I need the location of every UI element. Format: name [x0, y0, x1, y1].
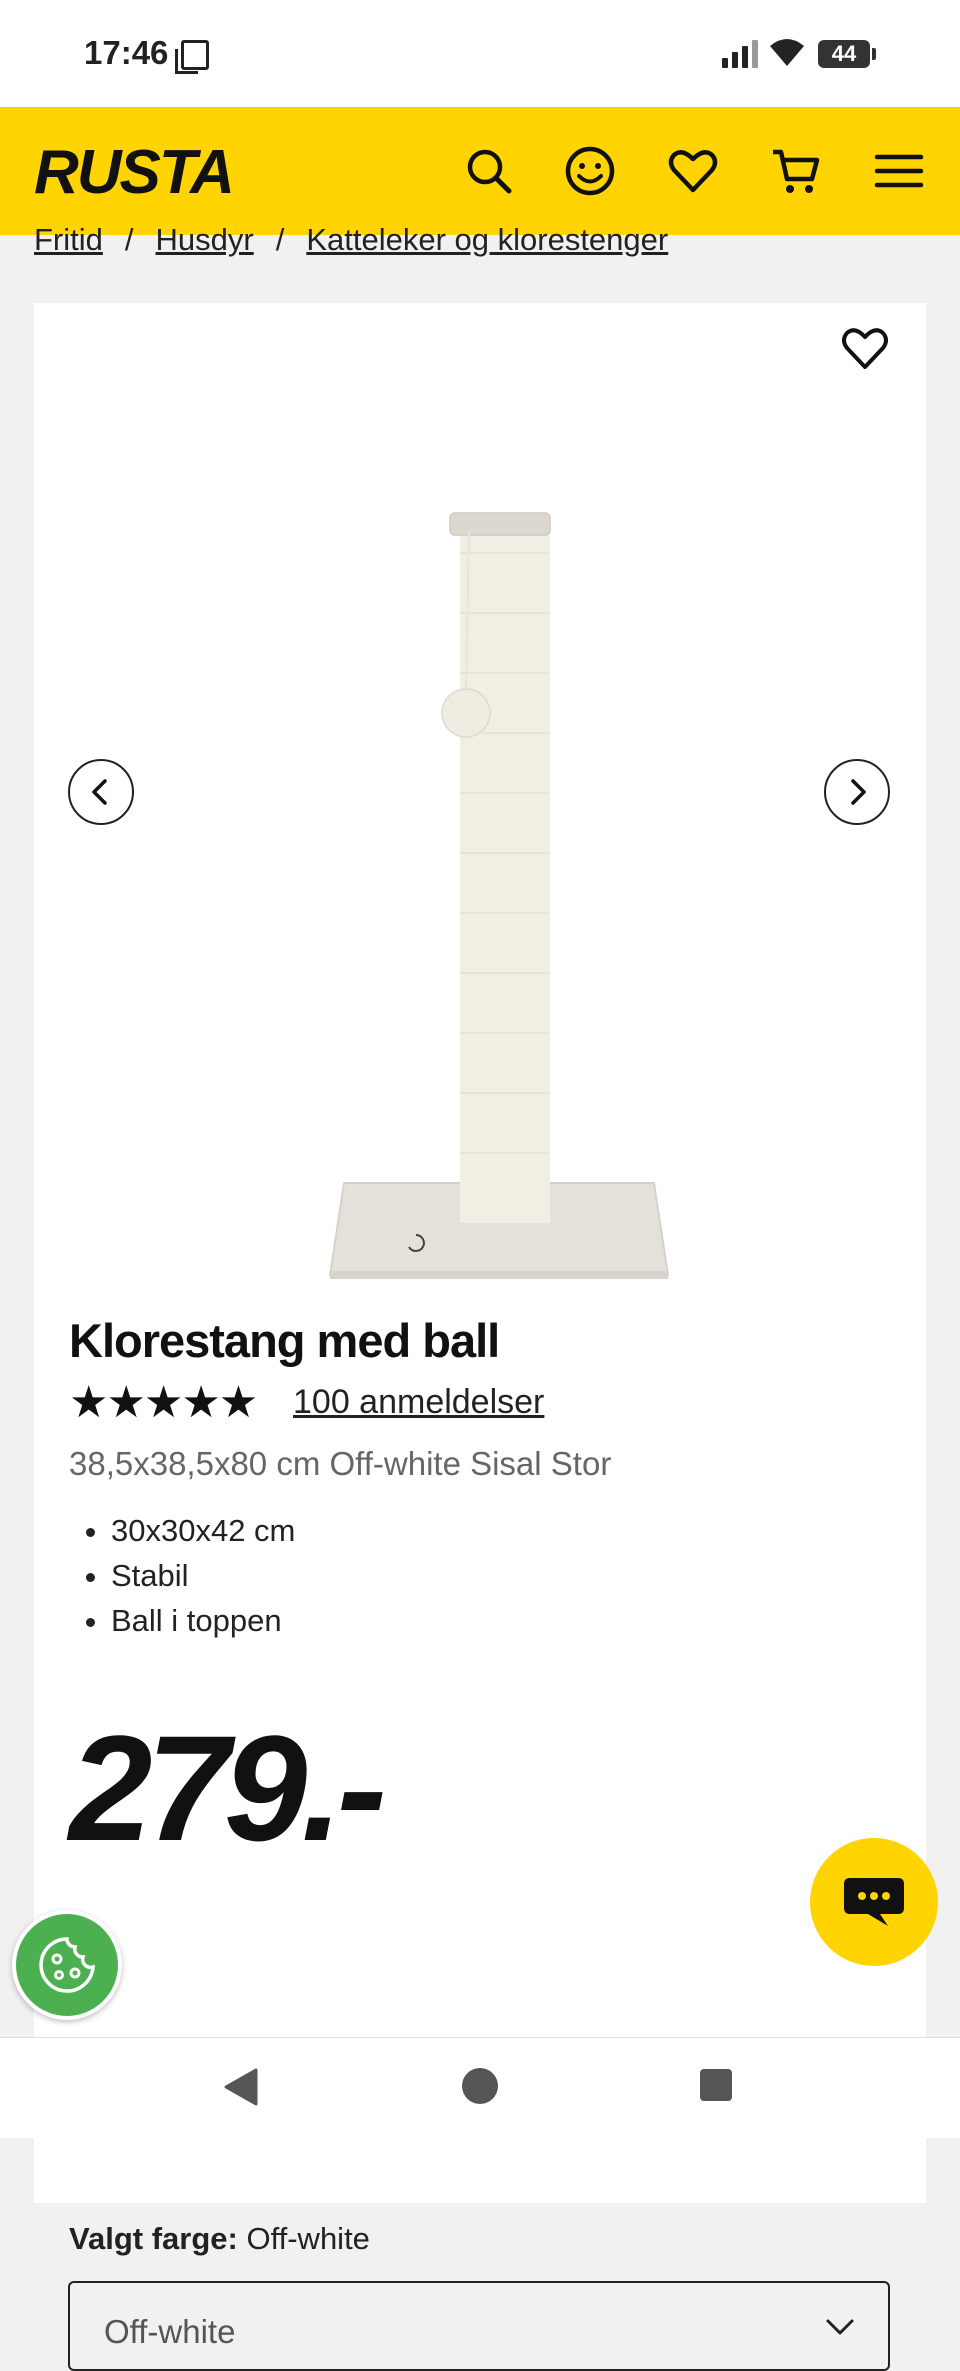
- heart-icon[interactable]: [667, 145, 719, 197]
- selected-color-label: Valgt farge: Off-white: [69, 2221, 370, 2257]
- breadcrumb-item-husdyr[interactable]: Husdyr: [156, 222, 254, 257]
- breadcrumb-separator: /: [275, 222, 285, 257]
- chat-button[interactable]: [810, 1838, 938, 1966]
- status-time: 17:46: [84, 34, 169, 71]
- product-price: 279.-: [69, 1704, 387, 1872]
- color-label-title: Valgt farge:: [69, 2221, 238, 2256]
- menu-icon[interactable]: [873, 145, 925, 197]
- chevron-down-icon: [826, 2319, 854, 2335]
- product-title: Klorestang med ball: [69, 1314, 500, 1367]
- feature-item: Ball i toppen: [111, 1598, 295, 1643]
- screenshot-notification-icon: [175, 40, 209, 74]
- product-image-scratching-post: [328, 512, 670, 1279]
- breadcrumb-item-fritid[interactable]: Fritid: [34, 222, 103, 257]
- chevron-right-icon: [851, 779, 866, 805]
- feature-list: 30x30x42 cm Stabil Ball i toppen: [69, 1508, 295, 1643]
- cookie-settings-button[interactable]: [12, 1910, 122, 2020]
- favorite-heart-icon[interactable]: [839, 323, 891, 375]
- search-icon[interactable]: [463, 145, 515, 197]
- color-select[interactable]: Off-white: [68, 2281, 890, 2371]
- breadcrumb-item-katteleker[interactable]: Katteleker og klorestenger: [306, 222, 668, 257]
- chevron-left-icon: [92, 779, 107, 805]
- home-icon[interactable]: [462, 2068, 498, 2104]
- feature-item: Stabil: [111, 1553, 295, 1598]
- reviews-link[interactable]: 100 anmeldelser: [293, 1383, 544, 1422]
- color-label-value: Off-white: [246, 2221, 370, 2256]
- rusta-logo[interactable]: RUSTA: [34, 137, 235, 208]
- cookie-icon: [39, 1937, 95, 1993]
- rating-stars: ★★★★★: [69, 1378, 258, 1427]
- breadcrumb-separator: /: [124, 222, 134, 257]
- carousel-loading-indicator: [408, 1234, 425, 1252]
- system-nav-bar: [0, 2037, 960, 2138]
- battery-indicator: 44: [818, 40, 876, 68]
- cart-icon[interactable]: [770, 145, 822, 197]
- site-header: RUSTA: [0, 107, 960, 235]
- account-icon[interactable]: [564, 145, 616, 197]
- recents-icon[interactable]: [700, 2069, 732, 2101]
- color-select-value: Off-white: [104, 2313, 236, 2350]
- breadcrumb: Fritid / Husdyr / Katteleker og klorestenger: [34, 222, 668, 258]
- product-variant-description: 38,5x38,5x80 cm Off-white Sisal Stor: [69, 1445, 612, 1482]
- feature-item: 30x30x42 cm: [111, 1508, 295, 1553]
- back-icon[interactable]: [222, 2068, 258, 2106]
- status-bar: 17:46 44: [0, 0, 960, 107]
- signal-icon: [722, 40, 758, 68]
- wifi-icon: [770, 39, 804, 66]
- chat-icon: [844, 1878, 904, 1926]
- gallery-prev-button[interactable]: [68, 759, 134, 825]
- gallery-next-button[interactable]: [824, 759, 890, 825]
- product-card: Klorestang med ball ★★★★★ 100 anmeldelse…: [34, 303, 926, 2371]
